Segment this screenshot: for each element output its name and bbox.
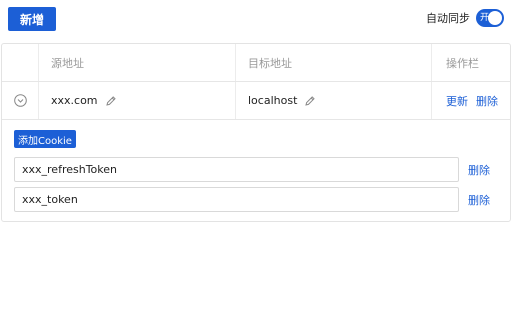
cookie-item: 删除	[14, 187, 502, 212]
add-cookie-button[interactable]: 添加Cookie	[14, 130, 76, 148]
cookie-input[interactable]	[14, 157, 459, 182]
actions-cell: 更新 删除	[432, 82, 510, 119]
auto-sync-label: 自动同步	[426, 12, 470, 25]
delete-link[interactable]: 删除	[476, 93, 498, 109]
table-row: xxx.com localhost 更新 删除	[2, 82, 510, 120]
chevron-down-icon[interactable]	[13, 94, 27, 107]
target-cell: localhost	[236, 82, 432, 119]
header-target: 目标地址	[236, 44, 432, 81]
cookie-delete-link[interactable]: 删除	[468, 162, 490, 178]
header-actions: 操作栏	[446, 56, 479, 70]
cookie-input[interactable]	[14, 187, 459, 212]
toggle-knob	[488, 11, 502, 25]
target-address: localhost	[248, 94, 298, 107]
edit-target-icon[interactable]	[304, 95, 316, 107]
source-cell: xxx.com	[39, 82, 236, 119]
cookie-item: 删除	[14, 157, 502, 182]
expand-cell	[2, 82, 39, 119]
cookie-delete-link[interactable]: 删除	[468, 192, 490, 208]
edit-source-icon[interactable]	[105, 95, 117, 107]
table-header: 源地址 目标地址 操作栏	[2, 44, 510, 82]
source-address: xxx.com	[51, 94, 98, 107]
auto-sync: 自动同步 开	[426, 9, 504, 27]
header-source: 源地址	[39, 44, 236, 81]
expanded-row: 添加Cookie 删除 删除	[2, 121, 510, 221]
add-button[interactable]: 新增	[8, 7, 56, 31]
auto-sync-toggle[interactable]: 开	[476, 9, 504, 27]
mapping-table: 源地址 目标地址 操作栏 xxx.com localhost 更新 删除 添加C…	[1, 43, 511, 222]
header-expand	[2, 44, 39, 81]
update-link[interactable]: 更新	[446, 93, 468, 109]
